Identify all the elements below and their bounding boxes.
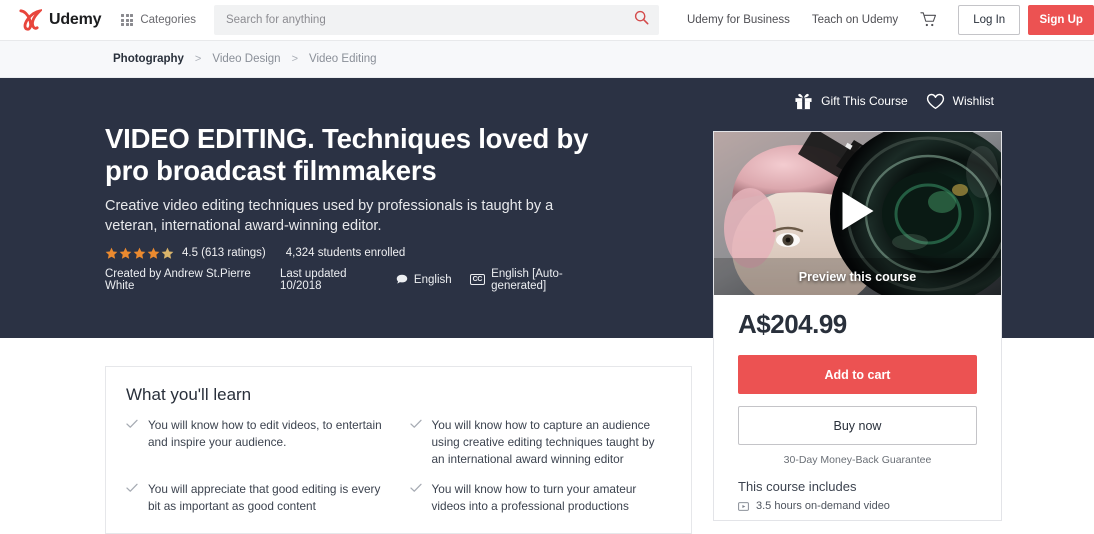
- wishlist-label: Wishlist: [952, 94, 994, 108]
- preview-label: Preview this course: [798, 270, 917, 284]
- udemy-logo[interactable]: Udemy: [18, 9, 102, 31]
- breadcrumb-separator: >: [291, 53, 298, 65]
- star-icon: [119, 247, 132, 259]
- header-auth-buttons: Log In Sign Up: [958, 5, 1094, 35]
- grid-dots-icon: [121, 14, 134, 26]
- log-in-button[interactable]: Log In: [958, 5, 1021, 35]
- play-triangle-icon[interactable]: [842, 191, 873, 230]
- course-preview-video[interactable]: Preview this course: [714, 132, 1001, 295]
- breadcrumb: Photography > Video Design > Video Editi…: [0, 41, 1094, 78]
- categories-button[interactable]: Categories: [121, 14, 196, 26]
- learn-item: You will know how to edit videos, to ent…: [126, 417, 386, 467]
- sign-up-button[interactable]: Sign Up: [1028, 5, 1094, 35]
- learn-items-grid: You will know how to edit videos, to ent…: [126, 417, 669, 515]
- site-header: Udemy Categories Udemy for Business Teac…: [0, 0, 1094, 41]
- check-icon: [409, 419, 422, 428]
- gift-icon: [795, 93, 812, 110]
- captions-label: English [Auto-generated]: [491, 267, 563, 292]
- heart-icon: [926, 93, 944, 109]
- shopping-cart-button[interactable]: [920, 11, 938, 29]
- breadcrumb-separator: >: [194, 53, 202, 65]
- star-rating: [105, 247, 174, 260]
- nav-teach-on-udemy[interactable]: Teach on Udemy: [812, 14, 898, 26]
- buy-now-button[interactable]: Buy now: [738, 406, 977, 445]
- what-you-will-learn-box: What you'll learn You will know how to e…: [105, 366, 692, 534]
- check-icon: [409, 483, 422, 493]
- search-input[interactable]: [225, 14, 647, 26]
- hero-body: VIDEO EDITING. Techniques loved by pro b…: [0, 78, 600, 292]
- rating-text: 4.5 (613 ratings): [182, 247, 266, 260]
- course-author: Created by Andrew St.Pierre White: [105, 267, 251, 292]
- gift-label: Gift This Course: [821, 94, 908, 108]
- shopping-cart-icon: [920, 12, 937, 27]
- money-back-guarantee: 30-Day Money-Back Guarantee: [783, 454, 932, 466]
- course-includes-title: This course includes: [738, 479, 857, 494]
- course-price: A$204.99: [738, 309, 847, 339]
- check-icon: [126, 419, 138, 428]
- what-you-will-learn-title: What you'll learn: [126, 385, 252, 404]
- hero-actions: Gift This Course Wishlist: [794, 92, 994, 110]
- nav-udemy-for-business[interactable]: Udemy for Business: [687, 14, 790, 26]
- gift-this-course-button[interactable]: Gift This Course: [794, 92, 908, 110]
- star-icon: [105, 247, 118, 259]
- wishlist-button[interactable]: Wishlist: [926, 93, 994, 110]
- students-enrolled: 4,324 students enrolled: [285, 247, 406, 260]
- breadcrumb-item-video-editing[interactable]: Video Editing: [309, 53, 377, 65]
- purchase-panel: A$204.99 Add to cart Buy now 30-Day Mone…: [714, 295, 1001, 520]
- closed-caption-icon: CC: [469, 274, 486, 286]
- header-nav: Udemy for Business Teach on Udemy: [687, 14, 898, 26]
- course-subtitle: Creative video editing techniques used b…: [105, 197, 554, 235]
- course-title: VIDEO EDITING. Techniques loved by pro b…: [105, 123, 589, 186]
- learn-item-text: You will know how to capture an audience…: [431, 418, 655, 466]
- last-updated: Last updated 10/2018: [279, 267, 347, 292]
- categories-label: Categories: [140, 14, 196, 26]
- add-to-cart-button[interactable]: Add to cart: [738, 355, 977, 394]
- speech-bubble-icon: [396, 275, 408, 285]
- course-include-label: 3.5 hours on-demand video: [756, 500, 890, 512]
- udemy-logo-icon: [19, 9, 42, 31]
- learn-item: You will know how to capture an audience…: [409, 417, 670, 467]
- logo-text: Udemy: [49, 11, 102, 28]
- breadcrumb-item-photography[interactable]: Photography: [113, 53, 184, 65]
- language-label: English: [413, 273, 452, 286]
- search-icon[interactable]: [634, 10, 649, 30]
- search-bar[interactable]: [213, 5, 659, 35]
- course-captions: CC English [Auto-generated]: [469, 267, 600, 292]
- course-purchase-card: Preview this course A$204.99 Add to cart…: [713, 131, 1002, 521]
- star-half-icon: [161, 247, 174, 259]
- star-icon: [133, 247, 146, 259]
- learn-item-text: You will know how to edit videos, to ent…: [148, 418, 382, 449]
- breadcrumb-item-video-design[interactable]: Video Design: [212, 53, 280, 65]
- course-include-video: 3.5 hours on-demand video: [738, 500, 977, 512]
- course-language: English: [396, 274, 452, 286]
- star-icon: [147, 247, 160, 259]
- check-icon: [126, 483, 138, 493]
- course-meta: Created by Andrew St.Pierre White Last u…: [105, 268, 600, 292]
- rating-row: 4.5 (613 ratings) 4,324 students enrolle…: [105, 247, 600, 260]
